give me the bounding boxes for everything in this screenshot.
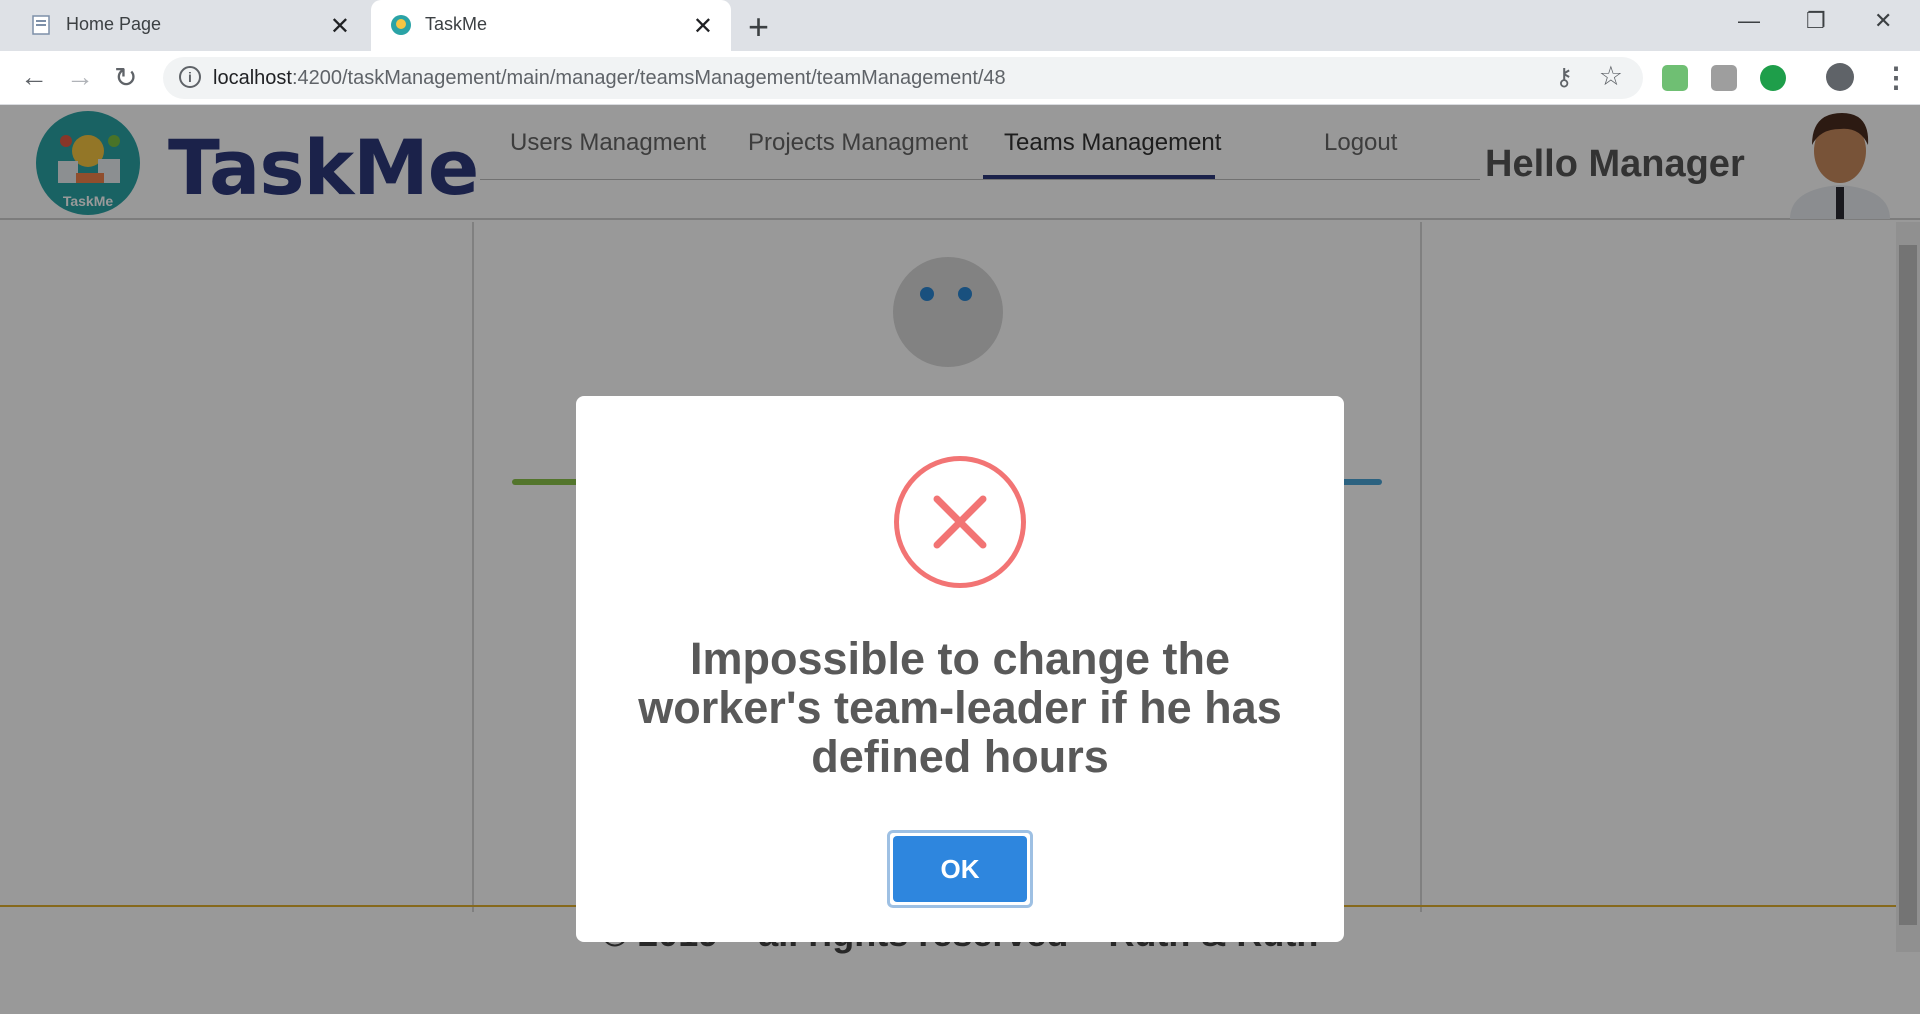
extension-mail-icon[interactable]	[1662, 65, 1688, 91]
back-icon[interactable]: ←	[20, 61, 48, 93]
close-tab-icon[interactable]: ✕	[693, 12, 713, 41]
profile-avatar-icon[interactable]	[1826, 63, 1854, 91]
browser-toolbar: ← → ↻ i localhost:4200/taskManagement/ma…	[0, 51, 1920, 105]
key-icon[interactable]: ⚷	[1555, 63, 1573, 92]
new-tab-icon[interactable]: +	[748, 6, 769, 48]
restore-icon[interactable]: ❐	[1806, 8, 1826, 34]
browser-tabstrip: Home Page ✕ TaskMe ✕ + — ❐ ✕	[0, 0, 1920, 51]
error-dialog: Impossible to change the worker's team-l…	[576, 396, 1344, 942]
minimize-icon[interactable]: —	[1738, 8, 1760, 34]
close-window-icon[interactable]: ✕	[1874, 8, 1892, 34]
tab-title: TaskMe	[425, 14, 488, 34]
extension-green-icon[interactable]	[1760, 65, 1786, 91]
tab-title: Home Page	[66, 14, 162, 34]
error-circle	[894, 456, 1026, 588]
reload-icon[interactable]: ↻	[114, 61, 137, 94]
site-info-icon[interactable]: i	[179, 66, 201, 88]
dialog-message: Impossible to change the worker's team-l…	[638, 633, 1282, 782]
bookmark-star-icon[interactable]: ☆	[1599, 61, 1623, 92]
browser-tab-taskme[interactable]: TaskMe ✕	[371, 0, 731, 51]
extension-image-icon[interactable]	[1711, 65, 1737, 91]
ok-button[interactable]: OK	[893, 836, 1027, 902]
ok-button-focus-ring: OK	[887, 830, 1033, 908]
taskme-favicon-icon	[391, 15, 411, 35]
close-tab-icon[interactable]: ✕	[330, 12, 350, 41]
menu-kebab-icon[interactable]: ⋮	[1882, 61, 1910, 94]
forward-icon[interactable]: →	[66, 61, 94, 93]
error-x-icon	[933, 495, 987, 549]
address-bar[interactable]: i localhost:4200/taskManagement/main/man…	[163, 57, 1643, 99]
modal-overlay[interactable]: Impossible to change the worker's team-l…	[0, 105, 1920, 1014]
url-text[interactable]: localhost:4200/taskManagement/main/manag…	[213, 67, 1006, 90]
page-icon	[32, 15, 50, 35]
browser-tab-home[interactable]: Home Page ✕	[0, 0, 368, 51]
